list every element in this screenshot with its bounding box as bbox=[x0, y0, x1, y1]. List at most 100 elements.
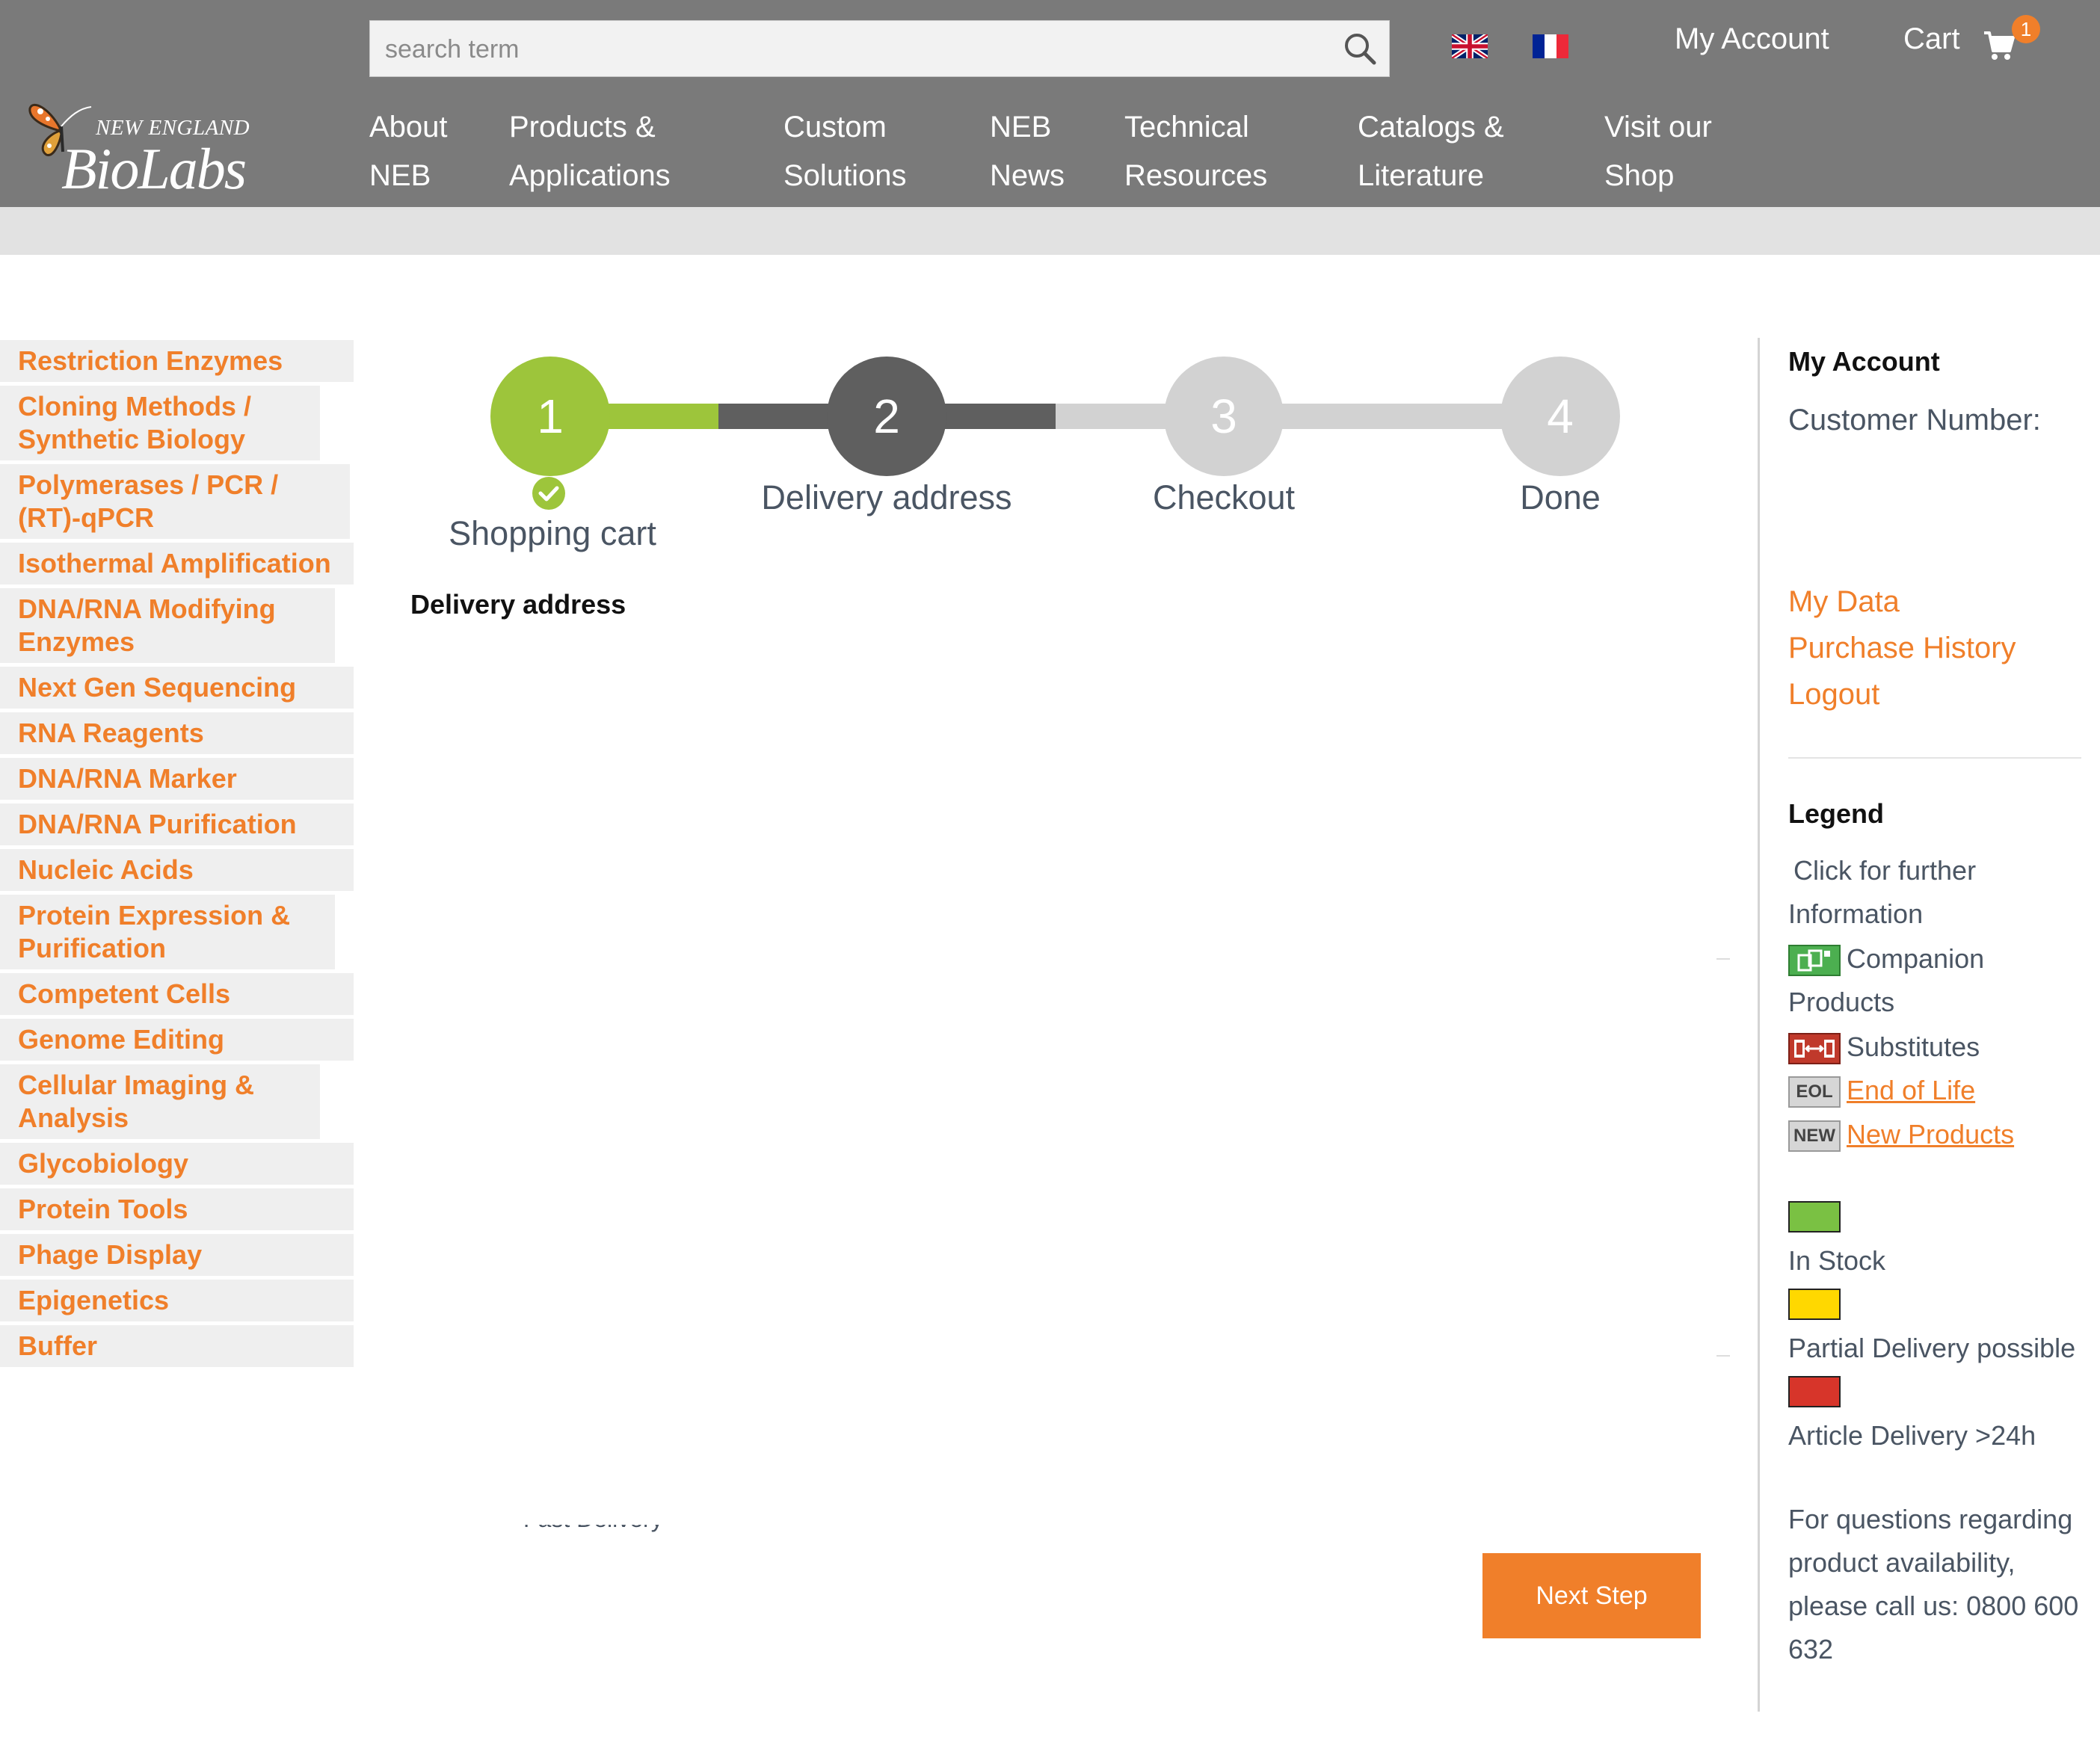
product-category-sidebar: Restriction Enzymes Cloning Methods / Sy… bbox=[0, 340, 354, 1371]
step-4-circle: 4 bbox=[1500, 357, 1620, 476]
cart-icon[interactable] bbox=[1983, 30, 2016, 61]
purchase-history-link[interactable]: Purchase History bbox=[1788, 632, 2016, 665]
logout-link[interactable]: Logout bbox=[1788, 678, 1879, 712]
nav-label: Products & bbox=[509, 111, 656, 144]
site-header: NEW ENGLAND BioLabs My Account Cart 1 Ab… bbox=[0, 0, 2100, 207]
legend-eol: End of Life bbox=[1847, 1069, 1975, 1112]
legend-info-line2: Information bbox=[1788, 898, 1924, 929]
clipped-text: Fast Delivery bbox=[523, 1525, 663, 1533]
search-icon[interactable] bbox=[1343, 31, 1377, 66]
sidebar-item-competent-cells[interactable]: Competent Cells bbox=[0, 973, 354, 1015]
substitutes-icon bbox=[1788, 1033, 1841, 1064]
sidebar-item-cellular-imaging[interactable]: Cellular Imaging & Analysis bbox=[0, 1064, 320, 1139]
clipped-text-fragment: Fast Delivery bbox=[523, 1525, 733, 1540]
step-1-circle[interactable]: 1 bbox=[490, 357, 610, 476]
next-step-button[interactable]: Next Step bbox=[1482, 1553, 1701, 1638]
companion-products-icon bbox=[1788, 945, 1841, 976]
legend-article-delivery: Article Delivery >24h bbox=[1788, 1420, 2036, 1451]
nav-label: About bbox=[369, 111, 448, 144]
step-2-label: Delivery address bbox=[761, 478, 1012, 516]
search-input[interactable] bbox=[384, 31, 1284, 67]
nav-visit-shop[interactable]: Visit our Shop bbox=[1604, 103, 1712, 200]
sidebar-item-genome-editing[interactable]: Genome Editing bbox=[0, 1019, 354, 1061]
sidebar-item-buffer[interactable]: Buffer bbox=[0, 1325, 354, 1367]
legend-info-line1: Click for further bbox=[1793, 855, 1977, 886]
check-icon bbox=[532, 477, 565, 510]
divider-tick bbox=[1716, 958, 1730, 960]
nav-label: Resources bbox=[1124, 159, 1268, 192]
new-badge: NEW bbox=[1788, 1120, 1841, 1152]
sidebar-item-dna-rna-modifying-enzymes[interactable]: DNA/RNA Modifying Enzymes bbox=[0, 588, 335, 663]
sidebar-item-dna-rna-marker[interactable]: DNA/RNA Marker bbox=[0, 758, 354, 800]
search-box bbox=[369, 20, 1390, 77]
nav-label: Shop bbox=[1604, 159, 1675, 192]
france-flag-icon[interactable] bbox=[1533, 34, 1568, 58]
sidebar-item-protein-tools[interactable]: Protein Tools bbox=[0, 1188, 354, 1230]
nav-about-neb[interactable]: About NEB bbox=[369, 103, 448, 200]
sidebar-item-phage-display[interactable]: Phage Display bbox=[0, 1234, 354, 1276]
legend-in-stock: In Stock bbox=[1788, 1245, 1886, 1276]
delivery-address-heading: Delivery address bbox=[410, 589, 626, 620]
nav-label: News bbox=[990, 159, 1065, 192]
availability-note-line3: please call us: 0800 600 bbox=[1788, 1591, 2079, 1621]
legend-substitutes: Substitutes bbox=[1847, 1031, 1980, 1062]
nav-label: Custom bbox=[783, 111, 887, 144]
sidebar-item-restriction-enzymes[interactable]: Restriction Enzymes bbox=[0, 340, 354, 382]
in-stock-swatch bbox=[1788, 1201, 1841, 1232]
nav-technical-resources[interactable]: Technical Resources bbox=[1124, 103, 1267, 200]
customer-number-label: Customer Number: bbox=[1788, 404, 2041, 436]
step-2-circle: 2 bbox=[827, 357, 946, 476]
nav-products-applications[interactable]: Products & Applications bbox=[509, 103, 671, 200]
uk-flag-icon[interactable] bbox=[1452, 34, 1488, 58]
nav-label: Applications bbox=[509, 159, 671, 192]
nav-label: Catalogs & bbox=[1358, 111, 1504, 144]
step-1-label[interactable]: Shopping cart bbox=[403, 514, 702, 553]
account-divider bbox=[1788, 757, 2081, 759]
sidebar-item-epigenetics[interactable]: Epigenetics bbox=[0, 1280, 354, 1321]
nav-catalogs-literature[interactable]: Catalogs & Literature bbox=[1358, 103, 1504, 200]
nav-label: Solutions bbox=[783, 159, 907, 192]
my-account-link[interactable]: My Account bbox=[1675, 22, 1829, 56]
new-products-link[interactable]: New Products bbox=[1847, 1119, 2014, 1150]
nav-label: Literature bbox=[1358, 159, 1484, 192]
legend-partial-delivery: Partial Delivery possible bbox=[1788, 1333, 2076, 1363]
legend-heading: Legend bbox=[1788, 798, 1885, 829]
end-of-life-link[interactable]: End of Life bbox=[1847, 1075, 1975, 1105]
my-account-heading: My Account bbox=[1788, 346, 1940, 377]
sidebar-item-polymerases[interactable]: Polymerases / PCR / (RT)-qPCR bbox=[0, 464, 350, 539]
sidebar-item-dna-rna-purification[interactable]: DNA/RNA Purification bbox=[0, 803, 354, 845]
nav-label: Visit our bbox=[1604, 111, 1712, 144]
nav-neb-news[interactable]: NEB News bbox=[990, 103, 1065, 200]
eol-badge: EOL bbox=[1788, 1076, 1841, 1108]
sidebar-item-rna-reagents[interactable]: RNA Reagents bbox=[0, 712, 354, 754]
step-3-circle: 3 bbox=[1164, 357, 1284, 476]
partial-delivery-swatch bbox=[1788, 1289, 1841, 1320]
sidebar-item-nucleic-acids[interactable]: Nucleic Acids bbox=[0, 849, 354, 891]
my-data-link[interactable]: My Data bbox=[1788, 585, 1900, 619]
divider-tick bbox=[1716, 1355, 1730, 1357]
availability-note-line1: For questions regarding bbox=[1788, 1504, 2073, 1534]
nav-label: NEB bbox=[369, 159, 431, 192]
nav-custom-solutions[interactable]: Custom Solutions bbox=[783, 103, 907, 200]
step-4-label: Done bbox=[1520, 478, 1601, 516]
brand-line2: BioLabs bbox=[61, 136, 247, 201]
sidebar-item-protein-expression[interactable]: Protein Expression & Purification bbox=[0, 895, 335, 969]
availability-note-line2: product availability, bbox=[1788, 1547, 2016, 1578]
step-3-label: Checkout bbox=[1152, 478, 1296, 516]
neb-logo[interactable]: NEW ENGLAND BioLabs bbox=[27, 93, 266, 201]
nav-label: NEB bbox=[990, 111, 1052, 144]
sidebar-item-cloning-methods[interactable]: Cloning Methods / Synthetic Biology bbox=[0, 386, 320, 460]
header-subbar bbox=[0, 207, 2100, 255]
sidebar-item-glycobiology[interactable]: Glycobiology bbox=[0, 1143, 354, 1185]
availability-note-line4: 632 bbox=[1788, 1634, 1834, 1665]
cart-link[interactable]: Cart bbox=[1903, 22, 1960, 56]
cart-count-badge: 1 bbox=[2012, 15, 2040, 43]
legend-new: New Products bbox=[1847, 1113, 2014, 1156]
legend-companion-line2: Products bbox=[1788, 987, 1895, 1017]
sidebar-item-next-gen-sequencing[interactable]: Next Gen Sequencing bbox=[0, 667, 354, 709]
column-divider bbox=[1758, 338, 1760, 1712]
late-delivery-swatch bbox=[1788, 1376, 1841, 1407]
nav-label: Technical bbox=[1124, 111, 1249, 144]
legend-companion-line1: Companion bbox=[1847, 943, 1985, 974]
sidebar-item-isothermal-amplification[interactable]: Isothermal Amplification bbox=[0, 543, 354, 584]
